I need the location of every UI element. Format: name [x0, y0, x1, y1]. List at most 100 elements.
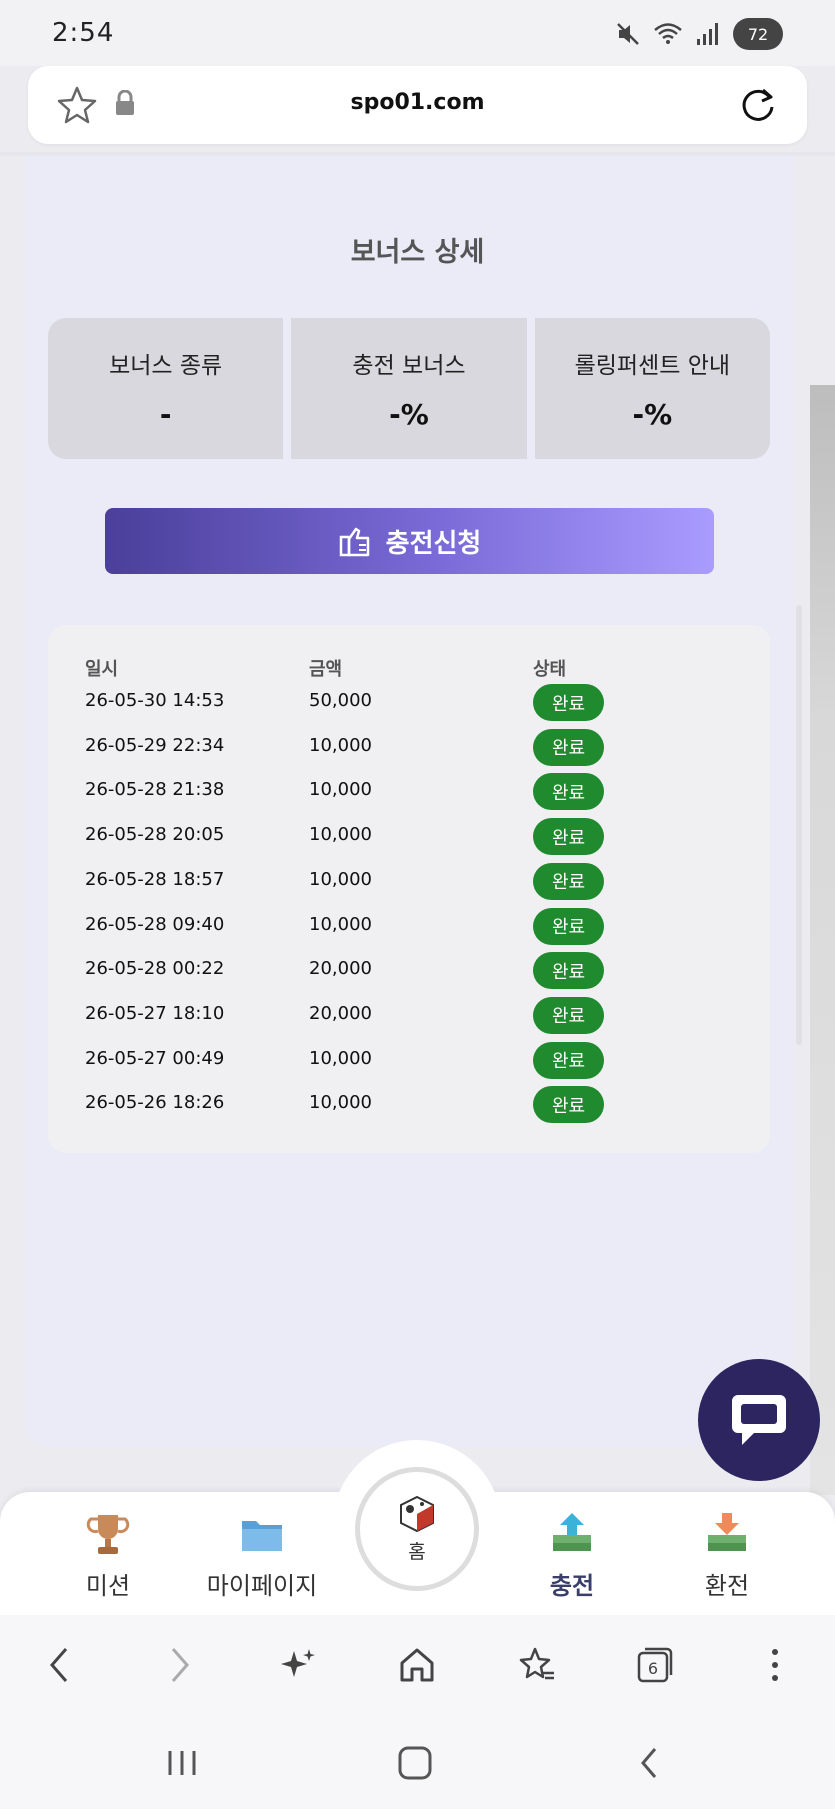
wifi-icon	[653, 19, 683, 49]
signal-icon	[693, 19, 723, 49]
system-navigation-bar	[0, 1713, 835, 1809]
row-amount: 10,000	[309, 824, 372, 846]
table-row: 26-05-28 09:40 10,000 완료	[48, 906, 770, 946]
row-amount: 20,000	[309, 1002, 372, 1024]
folder-icon	[192, 1510, 332, 1558]
row-amount: 10,000	[309, 913, 372, 935]
info-card-bonus-type: 보너스 종류 -	[48, 318, 284, 459]
info-card-rolling-percent: 롤링퍼센트 안내 -%	[534, 318, 770, 459]
column-header-amount: 금액	[309, 659, 343, 680]
charge-form-icon	[339, 527, 369, 557]
bonus-info-row: 보너스 종류 - 충전 보너스 -% 롤링퍼센트 안내 -%	[48, 318, 770, 459]
row-amount: 20,000	[309, 958, 372, 980]
status-badge: 완료	[533, 818, 604, 856]
nav-label: 충전	[549, 1572, 595, 1600]
nav-item-mission[interactable]: 미션	[38, 1510, 178, 1601]
nav-label: 미션	[85, 1572, 131, 1600]
info-label: 롤링퍼센트 안내	[574, 353, 731, 379]
nav-item-exchange[interactable]: 환전	[657, 1510, 797, 1601]
status-badge: 완료	[533, 684, 604, 721]
url-text[interactable]: spo01.com	[28, 90, 807, 115]
row-date: 26-05-30 14:53	[85, 690, 225, 711]
info-label: 충전 보너스	[352, 353, 466, 379]
home-logo-icon	[400, 1495, 434, 1532]
info-value: -	[159, 398, 172, 431]
status-bar: 2:54 72	[0, 0, 835, 66]
ai-sparkle-icon[interactable]	[274, 1641, 322, 1689]
exchange-money-icon	[657, 1510, 797, 1558]
nav-item-charge[interactable]: 충전	[502, 1510, 642, 1601]
nav-item-home[interactable]: 홈	[355, 1467, 479, 1591]
charge-request-label: 충전신청	[385, 528, 482, 559]
background-image-edge	[810, 385, 835, 1495]
table-row: 26-05-29 22:34 10,000 완료	[48, 727, 770, 767]
table-row: 26-05-28 18:57 10,000 완료	[48, 861, 770, 901]
home-label: 홈	[408, 1540, 426, 1563]
mute-icon	[613, 19, 643, 49]
row-date: 26-05-28 09:40	[85, 913, 225, 935]
live-chat-button[interactable]	[698, 1359, 820, 1481]
row-date: 26-05-28 20:05	[85, 824, 225, 846]
bookmarks-icon[interactable]	[513, 1641, 561, 1689]
status-badge: 완료	[533, 728, 604, 766]
nav-label: 마이페이지	[206, 1572, 318, 1600]
table-row: 26-05-28 20:05 10,000 완료	[48, 816, 770, 856]
row-amount: 50,000	[309, 690, 372, 711]
row-date: 26-05-27 00:49	[85, 1047, 225, 1069]
status-time: 2:54	[52, 18, 115, 48]
system-home-icon[interactable]	[391, 1743, 439, 1783]
table-row: 26-05-27 00:49 10,000 완료	[48, 1040, 770, 1080]
table-row: 26-05-27 18:10 20,000 완료	[48, 995, 770, 1035]
page-title: 보너스 상세	[350, 237, 485, 268]
status-badge: 완료	[533, 1086, 604, 1124]
info-label: 보너스 종류	[109, 353, 223, 379]
status-badge: 완료	[533, 1041, 604, 1079]
table-row: 26-05-26 18:26 10,000 완료	[48, 1084, 770, 1124]
status-badge: 완료	[533, 907, 604, 945]
charge-history-table: 일시 금액 상태 26-05-30 14:53 50,000 완료 26-05-29 …	[48, 625, 770, 1153]
info-value: -%	[389, 398, 429, 431]
column-header-status: 상태	[533, 659, 567, 680]
row-amount: 10,000	[309, 868, 372, 890]
status-icons: 72	[613, 18, 783, 50]
row-amount: 10,000	[309, 779, 372, 801]
tab-count: 6	[648, 1659, 658, 1678]
status-badge: 완료	[533, 773, 604, 811]
charge-money-icon	[502, 1510, 642, 1558]
info-card-charge-bonus: 충전 보너스 -%	[291, 318, 527, 459]
row-amount: 10,000	[309, 734, 372, 756]
back-icon[interactable]	[35, 1641, 83, 1689]
tabs-icon[interactable]: 6	[631, 1641, 679, 1689]
row-date: 26-05-28 21:38	[85, 779, 225, 801]
status-badge: 완료	[533, 952, 604, 990]
chat-bubble-icon	[732, 1395, 786, 1445]
more-menu-icon[interactable]	[751, 1641, 799, 1689]
nav-item-mypage[interactable]: 마이페이지	[192, 1510, 332, 1601]
table-row: 26-05-28 21:38 10,000 완료	[48, 771, 770, 811]
charge-request-button[interactable]: 충전신청	[105, 508, 714, 574]
row-date: 26-05-28 18:57	[85, 868, 225, 890]
home-icon[interactable]	[393, 1641, 441, 1689]
browser-toolbar: 6	[0, 1615, 835, 1713]
system-back-icon[interactable]	[625, 1743, 673, 1783]
status-badge: 완료	[533, 862, 604, 900]
scrollbar[interactable]	[796, 605, 802, 1045]
row-date: 26-05-27 18:10	[85, 1002, 225, 1024]
row-amount: 10,000	[309, 1092, 372, 1114]
row-date: 26-05-29 22:34	[85, 734, 225, 756]
row-amount: 10,000	[309, 1047, 372, 1069]
info-value: -%	[632, 398, 673, 431]
status-badge: 완료	[533, 996, 604, 1034]
trophy-icon	[38, 1510, 178, 1558]
forward-icon[interactable]	[156, 1641, 204, 1689]
nav-label: 환전	[704, 1572, 750, 1600]
recent-apps-icon[interactable]	[158, 1743, 206, 1783]
battery-indicator: 72	[733, 18, 783, 50]
url-bar[interactable]: spo01.com	[28, 66, 807, 144]
table-row: 26-05-28 00:22 20,000 완료	[48, 950, 770, 990]
row-date: 26-05-26 18:26	[85, 1092, 225, 1114]
table-row: 26-05-30 14:53 50,000 완료	[48, 682, 770, 722]
row-date: 26-05-28 00:22	[85, 958, 225, 980]
reload-icon[interactable]	[737, 84, 779, 130]
column-header-date: 일시	[85, 659, 119, 680]
